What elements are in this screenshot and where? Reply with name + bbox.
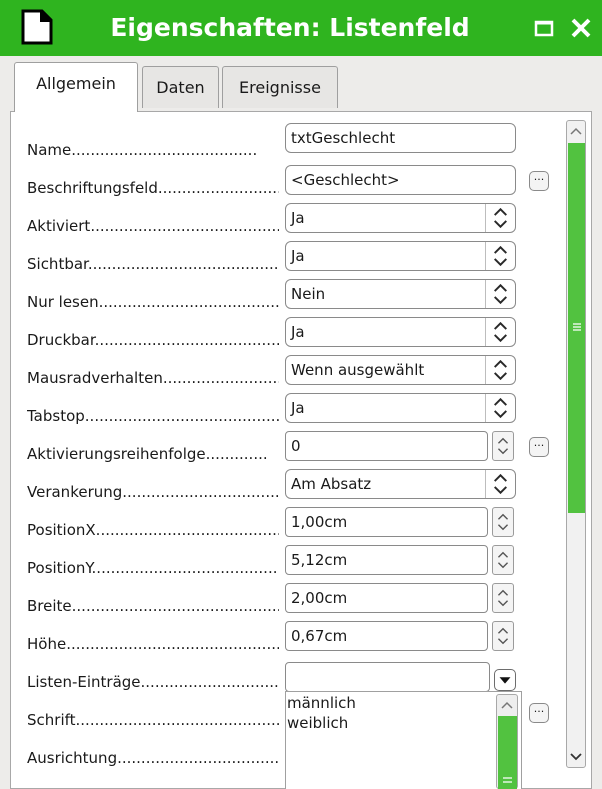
mausradverhalten-value: Wenn ausgewählt xyxy=(291,361,425,379)
up-down-chevron-icon xyxy=(485,242,507,270)
spin-buttons-icon[interactable] xyxy=(492,583,514,613)
label-aktiviert: Aktiviert...............................… xyxy=(27,217,279,235)
beschriftungsfeld-more-button[interactable]: ... xyxy=(529,171,549,191)
tab-allgemein[interactable]: Allgemein xyxy=(14,62,138,112)
listen-eintraege-field[interactable] xyxy=(285,662,490,692)
label-listen-eintraege: Listen-Einträge.........................… xyxy=(27,673,279,691)
grip-icon xyxy=(573,323,581,331)
label-mausradverhalten: Mausradverhalten........................… xyxy=(27,369,279,387)
spin-buttons-icon[interactable] xyxy=(492,507,514,537)
up-down-chevron-icon xyxy=(485,318,507,346)
spin-buttons-icon[interactable] xyxy=(492,545,514,575)
title-bar: Eigenschaften: Listenfeld xyxy=(0,0,602,56)
close-icon[interactable] xyxy=(566,13,596,43)
up-down-chevron-icon xyxy=(485,280,507,308)
list-item[interactable]: weiblich xyxy=(287,713,348,733)
list-item[interactable]: männlich xyxy=(287,693,356,713)
label-aktivierungsreihenfolge: Aktivierungsreihenfolge............. xyxy=(27,445,268,463)
tab-allgemein-label: Allgemein xyxy=(36,74,116,93)
breite-field[interactable]: 2,00cm xyxy=(285,583,488,613)
label-sichtbar: Sichtbar................................… xyxy=(27,255,279,273)
aktiviert-value: Ja xyxy=(291,209,305,227)
spin-buttons-icon[interactable] xyxy=(492,621,514,651)
label-verankerung: Verankerung.............................… xyxy=(27,483,279,501)
position-y-field[interactable]: 5,12cm xyxy=(285,545,488,575)
tabstop-value: Ja xyxy=(291,399,305,417)
label-druckbar: Druckbar................................… xyxy=(27,331,279,349)
aktivierungsreihenfolge-more-button[interactable]: ... xyxy=(529,437,549,457)
dropdown-arrow-icon[interactable] xyxy=(494,669,516,691)
verankerung-combo[interactable]: Am Absatz xyxy=(285,469,516,499)
tab-daten-label: Daten xyxy=(156,78,205,97)
label-ausrichtung: Ausrichtung.............................… xyxy=(27,749,279,767)
aktivierungsreihenfolge-field[interactable]: 0 xyxy=(285,431,488,461)
label-schrift: Schrift.................................… xyxy=(27,711,279,729)
sichtbar-value: Ja xyxy=(291,247,305,265)
tab-daten[interactable]: Daten xyxy=(142,66,219,108)
label-nur-lesen: Nur lesen...............................… xyxy=(27,293,279,311)
label-hoehe: Höhe....................................… xyxy=(27,635,279,653)
schrift-more-button[interactable]: ... xyxy=(529,703,549,723)
label-position-y: PositionY...............................… xyxy=(27,559,279,577)
verankerung-value: Am Absatz xyxy=(291,475,372,493)
druckbar-combo[interactable]: Ja xyxy=(285,317,516,347)
scroll-up-icon[interactable] xyxy=(567,123,585,141)
nur-lesen-value: Nein xyxy=(291,285,326,303)
up-down-chevron-icon xyxy=(485,394,507,422)
tabstop-combo[interactable]: Ja xyxy=(285,393,516,423)
label-position-x: PositionX...............................… xyxy=(27,521,279,539)
name-field[interactable]: txtGeschlecht xyxy=(285,123,516,153)
up-down-chevron-icon xyxy=(485,204,507,232)
label-beschriftungsfeld: Beschriftungsfeld.......................… xyxy=(27,179,279,197)
list-entries-box[interactable]: männlich weiblich xyxy=(285,691,522,789)
maximize-icon[interactable] xyxy=(530,13,560,43)
grip-icon xyxy=(503,777,512,783)
up-down-chevron-icon xyxy=(485,356,507,384)
label-tabstop: Tabstop.................................… xyxy=(27,407,279,425)
label-breite: Breite..................................… xyxy=(27,597,279,615)
tab-ereignisse-label: Ereignisse xyxy=(239,78,321,97)
druckbar-value: Ja xyxy=(291,323,305,341)
tab-ereignisse[interactable]: Ereignisse xyxy=(222,66,338,108)
sichtbar-combo[interactable]: Ja xyxy=(285,241,516,271)
scroll-up-icon[interactable] xyxy=(498,697,516,715)
window-title: Eigenschaften: Listenfeld xyxy=(110,13,470,42)
position-x-field[interactable]: 1,00cm xyxy=(285,507,488,537)
scroll-down-icon[interactable] xyxy=(567,747,585,765)
up-down-chevron-icon xyxy=(485,470,507,498)
aktiviert-combo[interactable]: Ja xyxy=(285,203,516,233)
label-name: Name....................................… xyxy=(27,141,258,159)
document-icon xyxy=(21,9,53,45)
nur-lesen-combo[interactable]: Nein xyxy=(285,279,516,309)
spin-buttons-icon[interactable] xyxy=(492,431,514,461)
beschriftungsfeld-field[interactable]: <Geschlecht> xyxy=(285,165,516,195)
mausradverhalten-combo[interactable]: Wenn ausgewählt xyxy=(285,355,516,385)
hoehe-field[interactable]: 0,67cm xyxy=(285,621,488,651)
